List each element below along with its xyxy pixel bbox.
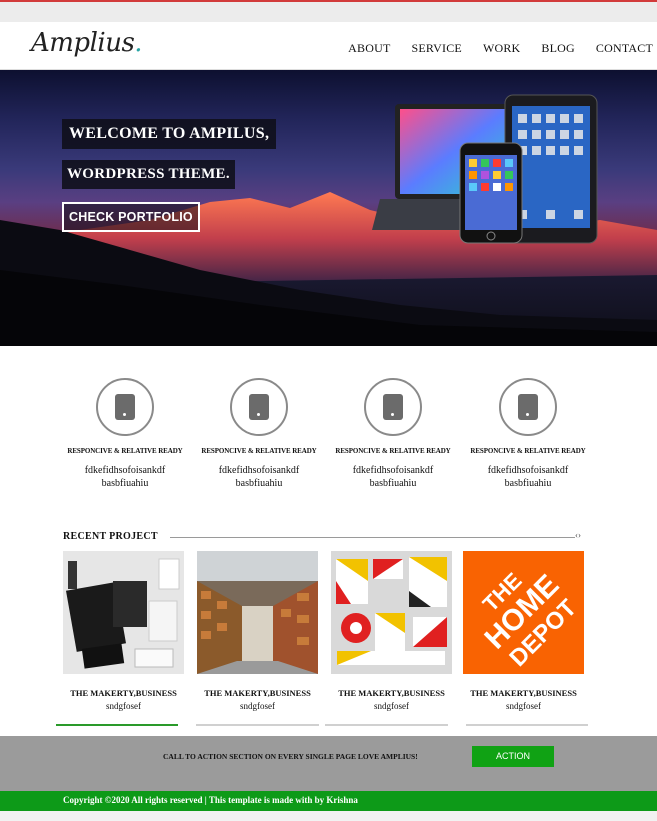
feature-text: fdkefidhsofoisankdf basbfiuahiu [55, 464, 195, 490]
project-subtitle: sndgfosef [240, 701, 275, 711]
feature-title: RESPONCIVE & RELATIVE READY [201, 447, 317, 455]
recent-project-heading: RECENT PROJECT [63, 531, 158, 542]
tablet-icon [383, 394, 403, 420]
project-underline [466, 724, 588, 726]
features-section: RESPONCIVE & RELATIVE READY fdkefidhsofo… [0, 378, 657, 498]
project-underline [325, 724, 448, 726]
feature-text: fdkefidhsofoisankdf basbfiuahiu [323, 464, 463, 490]
project-title: THE MAKERTY,BUSINESS [70, 688, 177, 698]
project-subtitle: sndgfosef [374, 701, 409, 711]
project-underline [196, 724, 319, 726]
feature-text-line1: fdkefidhsofoisankdf [84, 465, 166, 476]
hero-heading-line2: WORDPRESS THEME. [62, 160, 235, 189]
project-underline-active [56, 724, 178, 726]
page-bottom-gap [0, 811, 657, 821]
feature-text-line1: fdkefidhsofoisankdf [218, 465, 300, 476]
project-subtitle: sndgfosef [506, 701, 541, 711]
project-image-branding[interactable] [331, 551, 452, 674]
feature-circle [499, 378, 557, 436]
site-header: Amplius. ABOUT SERVICE WORK BLOG CONTACT [0, 22, 657, 70]
carousel-arrows-icon[interactable]: ‹› [575, 530, 581, 540]
site-footer: Copyright ©2020 All rights reserved | Th… [0, 791, 657, 811]
tablet-icon [115, 394, 135, 420]
project-card[interactable]: THE MAKERTY,BUSINESS sndgfosef [331, 551, 452, 711]
nav-blog[interactable]: BLOG [541, 41, 574, 56]
feature-title: RESPONCIVE & RELATIVE READY [470, 447, 586, 455]
feature-title: RESPONCIVE & RELATIVE READY [67, 447, 183, 455]
nav-contact[interactable]: CONTACT [596, 41, 653, 56]
feature-title: RESPONCIVE & RELATIVE READY [335, 447, 451, 455]
site-logo[interactable]: Amplius. [31, 28, 143, 58]
feature-item: RESPONCIVE & RELATIVE READY fdkefidhsofo… [55, 378, 195, 490]
cta-text: CALL TO ACTION SECTION ON EVERY SINGLE P… [163, 752, 418, 761]
project-title: THE MAKERTY,BUSINESS [470, 688, 577, 698]
browser-top-strip [0, 0, 657, 22]
stationery-image [63, 551, 184, 674]
feature-text-line1: fdkefidhsofoisankdf [487, 465, 569, 476]
hero-heading-line1: WELCOME TO AMPILUS, [62, 119, 277, 149]
recent-project-divider [170, 537, 575, 538]
logo-text: Amplius [31, 28, 135, 58]
nav-service[interactable]: SERVICE [412, 41, 462, 56]
tablet-icon [518, 394, 538, 420]
main-nav: ABOUT SERVICE WORK BLOG CONTACT [348, 41, 653, 56]
feature-item: RESPONCIVE & RELATIVE READY fdkefidhsofo… [189, 378, 329, 490]
feature-text-line2: basbfiuahiu [101, 478, 149, 489]
project-image-home-depot[interactable]: THE HOME DEPOT [463, 551, 584, 674]
feature-item: RESPONCIVE & RELATIVE READY fdkefidhsofo… [323, 378, 463, 490]
feature-circle [364, 378, 422, 436]
feature-item: RESPONCIVE & RELATIVE READY fdkefidhsofo… [458, 378, 598, 490]
project-card[interactable]: THE HOME DEPOT THE MAKERTY,BUSINESS sndg… [463, 551, 584, 711]
project-image-warehouse[interactable] [197, 551, 318, 674]
action-button[interactable]: ACTION [472, 746, 554, 767]
nav-work[interactable]: WORK [483, 41, 520, 56]
project-subtitle: sndgfosef [106, 701, 141, 711]
hero-banner: WELCOME TO AMPILUS, WORDPRESS THEME. CHE… [0, 70, 657, 346]
project-image-stationery[interactable] [63, 551, 184, 674]
warehouse-image [197, 551, 318, 674]
call-to-action-section: CALL TO ACTION SECTION ON EVERY SINGLE P… [0, 736, 657, 791]
footer-copyright: Copyright ©2020 All rights reserved | Th… [63, 795, 358, 805]
project-title: THE MAKERTY,BUSINESS [204, 688, 311, 698]
branding-image [331, 551, 452, 674]
project-card[interactable]: THE MAKERTY,BUSINESS sndgfosef [63, 551, 184, 711]
nav-about[interactable]: ABOUT [348, 41, 390, 56]
feature-text: fdkefidhsofoisankdf basbfiuahiu [458, 464, 598, 490]
feature-text-line1: fdkefidhsofoisankdf [352, 465, 434, 476]
phone-device [459, 142, 523, 244]
feature-text-line2: basbfiuahiu [235, 478, 283, 489]
feature-circle [96, 378, 154, 436]
tablet-icon [249, 394, 269, 420]
feature-text-line2: basbfiuahiu [504, 478, 552, 489]
check-portfolio-button[interactable]: CHECK PORTFOLIO [62, 202, 200, 232]
feature-text: fdkefidhsofoisankdf basbfiuahiu [189, 464, 329, 490]
feature-text-line2: basbfiuahiu [369, 478, 417, 489]
project-card[interactable]: THE MAKERTY,BUSINESS sndgfosef [197, 551, 318, 711]
project-title: THE MAKERTY,BUSINESS [338, 688, 445, 698]
logo-dot: . [134, 28, 143, 58]
home-depot-logo-image: THE HOME DEPOT [463, 551, 584, 674]
feature-circle [230, 378, 288, 436]
